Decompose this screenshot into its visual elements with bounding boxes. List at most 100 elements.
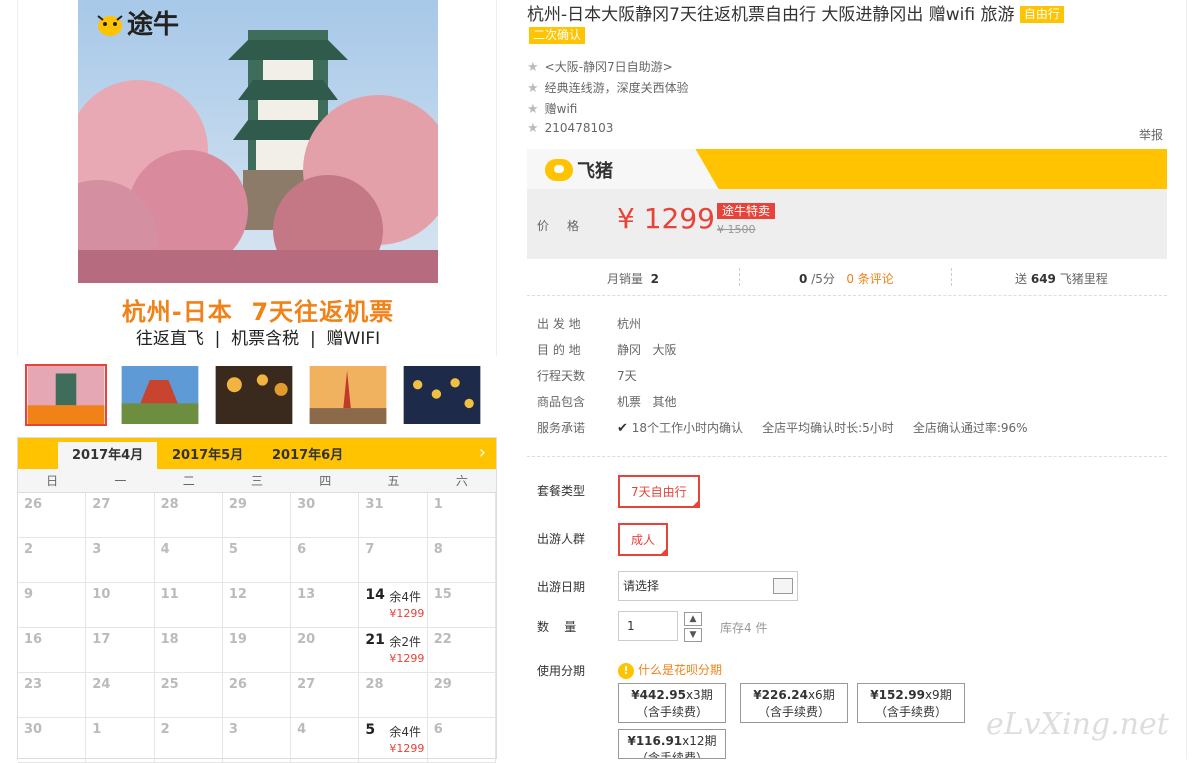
rating: 0 /5分 0 条评论 [799, 270, 894, 287]
thumbnail-tower[interactable] [307, 364, 389, 426]
qty-decrease-button[interactable]: ▼ [684, 628, 702, 642]
info-includes: 商品包含 机票 其他 [537, 393, 676, 410]
calendar-day: 25 [154, 673, 223, 718]
date-picker-input[interactable]: 请选择 [618, 571, 798, 601]
info-departure: 出 发 地 杭州 [537, 315, 641, 332]
installment-6[interactable]: ¥226.24x6期 （含手续费） [740, 683, 848, 723]
inst-note: （含手续费） [757, 705, 830, 719]
thumbnail-lanterns[interactable] [401, 364, 483, 426]
weekday-label: 日 [46, 474, 59, 488]
day-number: 1 [433, 497, 443, 512]
report-link[interactable]: 举报 [1139, 126, 1163, 143]
hero-subline: 往返直飞 | 机票含税 | 赠WIFI [135, 329, 381, 349]
quantity-input[interactable]: 1 [618, 611, 678, 641]
inst-period: x6期 [807, 688, 835, 702]
calendar-day: 29 [427, 673, 496, 718]
divider [951, 268, 952, 286]
date-calendar: 2017年4月 2017年5月 2017年6月 › 日一二三四五六 26 27 28… [17, 437, 497, 763]
installment-3[interactable]: ¥442.95x3期 （含手续费） [618, 683, 726, 723]
day-number: 5 [365, 722, 376, 738]
thumbnail-street[interactable] [213, 364, 295, 426]
day-number: 29 [433, 677, 452, 692]
inst-amount: ¥226.24 [753, 688, 808, 702]
day-number: 9 [24, 587, 34, 602]
original-price: ¥ 1500 [717, 223, 756, 236]
check-circle-icon: ✔ [617, 421, 628, 436]
calendar-day: 7 [359, 538, 428, 583]
inst-period: x3期 [685, 688, 713, 702]
brand-bar: 飞猪 [527, 149, 1167, 189]
huabei-help-link[interactable]: ! 什么是花呗分期 [618, 661, 722, 679]
calendar-day[interactable]: 21 余2件 ¥1299 [359, 628, 428, 673]
installment-12[interactable]: ¥116.91x12期 （含手续费） [618, 729, 726, 759]
calendar-day: 5 [222, 538, 292, 583]
day-number: 12 [228, 587, 247, 602]
inst-period: x9期 [924, 688, 952, 702]
day-number: 2 [24, 542, 34, 557]
inst-note: （含手续费） [635, 705, 708, 719]
tab-2017-06[interactable]: 2017年6月 [258, 442, 357, 469]
info-key: 服务承诺 [537, 421, 586, 435]
day-number: 20 [297, 632, 316, 647]
calendar-icon[interactable] [773, 578, 793, 594]
section-divider [527, 456, 1167, 457]
stats-bar: 月销量 2 0 /5分 0 条评论 送 649 飞猪里程 [527, 260, 1167, 296]
calendar-day: 4 [154, 538, 223, 583]
calendar-day: 16 [18, 628, 87, 673]
day-number: 3 [228, 722, 238, 737]
monthly-sales-value: 2 [650, 272, 660, 286]
day-number: 3 [92, 542, 102, 557]
calendar-day: 26 [222, 673, 292, 718]
calendar-day: 12 [222, 583, 292, 628]
day-number: 22 [433, 632, 452, 647]
hero-slogan: 杭州-日本 7天往返机票 [121, 298, 395, 326]
calendar-day: 30 [291, 493, 360, 538]
chevron-right-icon[interactable]: › [479, 442, 486, 463]
day-price: ¥1299 [389, 607, 425, 620]
calendar-day: 31 [359, 493, 428, 538]
thumbnail-temple[interactable] [119, 364, 201, 426]
product-title-text: 杭州-日本大阪静冈7天往返机票自由行 大阪进静冈出 赠wifi 旅游 [527, 5, 1015, 25]
info-value: 静冈 大阪 [617, 343, 677, 357]
feature-text: 经典连线游，深度关西体验 [544, 81, 689, 95]
miles-prefix: 送 [1015, 272, 1028, 286]
package-option-7day[interactable]: 7天自由行 [618, 475, 700, 508]
installment-9[interactable]: ¥152.99x9期 （含手续费） [857, 683, 965, 723]
day-number: 26 [228, 677, 247, 692]
weekday-label: 六 [455, 474, 468, 488]
calendar-day: 26 [18, 493, 87, 538]
tuniu-logo: 途牛 [95, 4, 179, 41]
logo-text: 途牛 [127, 10, 180, 40]
day-number: 19 [228, 632, 247, 647]
rating-unit: /5分 [811, 272, 835, 286]
feature-item: ★ 210478103 [527, 121, 613, 136]
info-days: 行程天数 7天 [537, 367, 637, 384]
calendar-day[interactable]: 5 余4件 ¥1299 [359, 718, 428, 763]
day-number: 7 [365, 542, 375, 557]
reviews-link[interactable]: 0 条评论 [846, 272, 893, 286]
current-price: ¥ 1299 [617, 202, 715, 235]
package-label: 套餐类型 [537, 484, 586, 498]
tab-2017-04[interactable]: 2017年4月 [58, 442, 158, 469]
brand-name: 飞猪 [577, 161, 613, 182]
left-column: 途牛 杭州-日本 7天往返机票 往返直飞 | 机票含税 | 赠WIFI 2017… [17, 0, 497, 763]
day-number: 6 [297, 542, 307, 557]
hero-image: 途牛 杭州-日本 7天往返机票 往返直飞 | 机票含税 | 赠WIFI [17, 0, 497, 356]
calendar-day: 20 [291, 628, 360, 673]
calendar-day: 24 [86, 673, 155, 718]
crowd-option-adult[interactable]: 成人 [618, 523, 669, 556]
calendar-day: 27 [291, 673, 360, 718]
calendar-day[interactable]: 14 余4件 ¥1299 [359, 583, 428, 628]
calendar-day: 11 [154, 583, 223, 628]
day-number: 18 [160, 632, 179, 647]
qty-increase-button[interactable]: ▲ [684, 612, 702, 626]
calendar-header: 2017年4月 2017年5月 2017年6月 › [18, 438, 496, 469]
tag-second-confirm: 二次确认 [529, 27, 586, 44]
tab-2017-05[interactable]: 2017年5月 [158, 442, 257, 469]
weekday-label: 二 [182, 474, 195, 488]
day-number: 14 [365, 587, 385, 603]
calendar-day: 1 [86, 718, 155, 763]
miles: 送 649 飞猪里程 [1015, 270, 1108, 287]
day-price: ¥1299 [389, 652, 425, 665]
thumbnail-castle[interactable] [25, 364, 107, 426]
